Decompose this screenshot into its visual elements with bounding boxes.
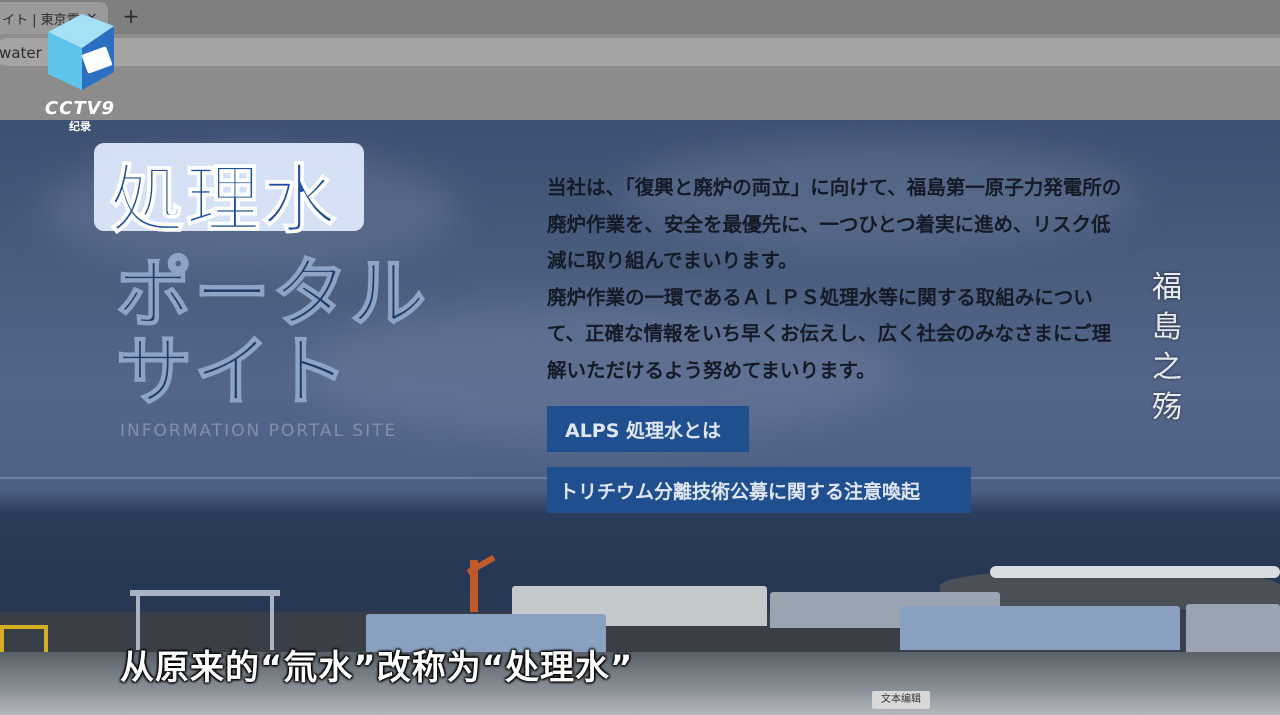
intro-line: 減に取り組んでまいります。 — [547, 249, 798, 273]
video-subtitle: 从原来的“氚水”改称为“处理水” — [120, 648, 634, 688]
intro-line: 当社は、「復興と廃炉の両立」に向けて、福島第一原子力発電所の — [547, 176, 1122, 199]
caption-char: 福 — [1152, 270, 1182, 305]
alps-button[interactable]: ALPS 処理水とは — [547, 406, 749, 452]
cctv9-logo-text: CCTV9 — [44, 98, 116, 119]
caption-char: 島 — [1152, 310, 1182, 345]
cctv9-logo-subtext: 纪录 — [69, 120, 91, 133]
browser-tab-bar: イト | 東京電力 × + — [0, 0, 1280, 34]
new-tab-button[interactable]: + — [120, 5, 142, 27]
intro-line: 解いただけるよう努めてまいります。 — [547, 358, 876, 382]
intro-text-block: 当社は、「復興と廃炉の両立」に向けて、福島第一原子力発電所の 廃炉作業を、安全を… — [547, 170, 1207, 390]
address-bar[interactable]: /water — [0, 38, 1280, 66]
logo-sub-line-2[interactable]: サイト — [115, 310, 350, 420]
caption-char: 之 — [1152, 350, 1182, 385]
intro-line: 廃炉作業を、安全を最優先に、一つひとつ着実に進め、リスク低 — [547, 212, 1111, 236]
browser-bookmarks-bar — [0, 70, 1280, 120]
browser-toolbar: /water — [0, 34, 1280, 71]
intro-line: て、正確な情報をいち早くお伝えし、広く社会のみなさまにご理 — [547, 322, 1112, 346]
storage-tanks — [900, 606, 1180, 650]
vertical-caption: 福 島 之 殇 — [1148, 268, 1186, 428]
tritium-notice-button[interactable]: トリチウム分離技術公募に関する注意喚起 — [547, 467, 971, 513]
logo-english-text: INFORMATION PORTAL SITE — [120, 421, 398, 441]
url-text: /water — [0, 44, 42, 62]
caption-char: 殇 — [1152, 390, 1182, 425]
intro-line: 廃炉作業の一環であるＡＬＰＳ処理水等に関する取組みについ — [547, 285, 1093, 309]
video-frame: イト | 東京電力 × + /water 処理水 ポータル サイト INFORM… — [0, 0, 1280, 715]
text-edit-tag[interactable]: 文本编辑 — [872, 691, 930, 709]
snow-shape — [990, 566, 1280, 578]
logo-main-text[interactable]: 処理水 — [109, 140, 338, 247]
